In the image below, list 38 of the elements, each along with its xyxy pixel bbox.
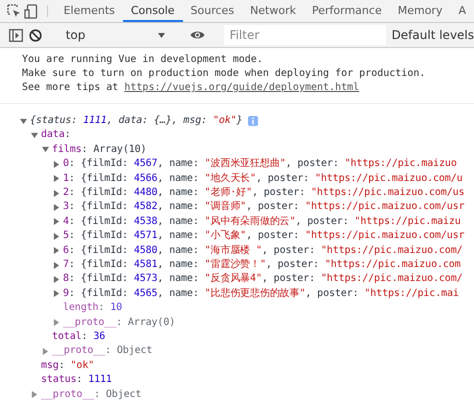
collapsed-triangle-icon[interactable] bbox=[53, 319, 60, 326]
console-line[interactable]: 0: {filmId: 4567, name: "波西米亚狂想曲", poster: "https://pic.maizuo bbox=[53, 157, 474, 172]
panel-tab[interactable]: A bbox=[450, 0, 474, 22]
console-message: You are running Vue in development mode. bbox=[22, 52, 264, 67]
filter-field[interactable]: Filter bbox=[224, 25, 386, 46]
panel-tab[interactable]: Network bbox=[242, 0, 304, 22]
console-line[interactable]: 2: {filmId: 4480, name: "老师·好", poster: "https://pic.maizuo.com/us bbox=[53, 186, 474, 200]
console-line: total: 36 bbox=[51, 330, 106, 344]
deployment-link[interactable]: https://vuejs.org/guide/deployment.html bbox=[124, 82, 360, 93]
console-line[interactable]: 7: {filmId: 4581, name: "雷霆沙赞！", poster: "https://pic.maizuo.com bbox=[53, 258, 474, 272]
console-message: Make sure to turn on production mode when deploying for production. bbox=[22, 66, 426, 81]
console-line[interactable]: 9: {filmId: 4565, name: "比悲伤更悲伤的故事", poster: "https://pic.mai bbox=[53, 286, 474, 302]
console-line[interactable]: films: Array(10) bbox=[42, 142, 474, 158]
context-select[interactable]: top bbox=[62, 24, 170, 46]
console-line[interactable]: data: bbox=[31, 128, 474, 143]
collapsed-triangle-icon[interactable] bbox=[42, 348, 49, 356]
console-line[interactable]: 3: {filmId: 4582, name: "调音师", poster: "https://pic.maizuo.com/usr bbox=[53, 200, 474, 215]
console-line[interactable]: 8: {filmId: 4573, name: "反贪风暴4", poster: "https://pic.maizuo.com/ bbox=[53, 272, 474, 287]
console-line: msg: "ok" bbox=[40, 358, 96, 373]
panel-tab[interactable]: Performance bbox=[304, 0, 390, 22]
console-line: length: 10 bbox=[62, 301, 124, 316]
console-line[interactable]: __proto__: Object bbox=[31, 388, 474, 402]
console-message: See more tips at bbox=[22, 82, 120, 93]
panel-tab[interactable]: Elements bbox=[56, 0, 123, 22]
log-levels-dropdown[interactable]: Default levels bbox=[392, 28, 474, 42]
dropdown-caret-icon bbox=[158, 32, 164, 38]
console-line: status: 1111 bbox=[40, 373, 113, 388]
console-line[interactable]: 1: {filmId: 4566, name: "地久天长", poster: "https://pic.maizuo.com/u bbox=[53, 172, 474, 186]
console-line[interactable]: {status: 1111, data: {…}, msg: "ok"} bbox=[20, 114, 474, 128]
console-line[interactable]: 5: {filmId: 4571, name: "小飞象", poster: "https://pic.maizuo.com/usr bbox=[53, 229, 474, 244]
sidebar-toggle-icon[interactable] bbox=[6, 28, 26, 42]
panel-tab[interactable]: Memory bbox=[390, 0, 450, 22]
console-line[interactable]: __proto__: Array(0) bbox=[53, 316, 474, 330]
console-line[interactable]: __proto__: Object bbox=[42, 344, 474, 359]
collapsed-triangle-icon[interactable] bbox=[31, 391, 38, 398]
panel-tab[interactable]: Sources bbox=[182, 0, 242, 22]
console-line[interactable]: 6: {filmId: 4580, name: "海市蜃楼 ", poster: "https://pic.maizuo.com/ bbox=[53, 244, 474, 258]
console-line[interactable]: 4: {filmId: 4538, name: "风中有朵雨做的云", poster: "https://pic.maizu bbox=[53, 214, 474, 230]
